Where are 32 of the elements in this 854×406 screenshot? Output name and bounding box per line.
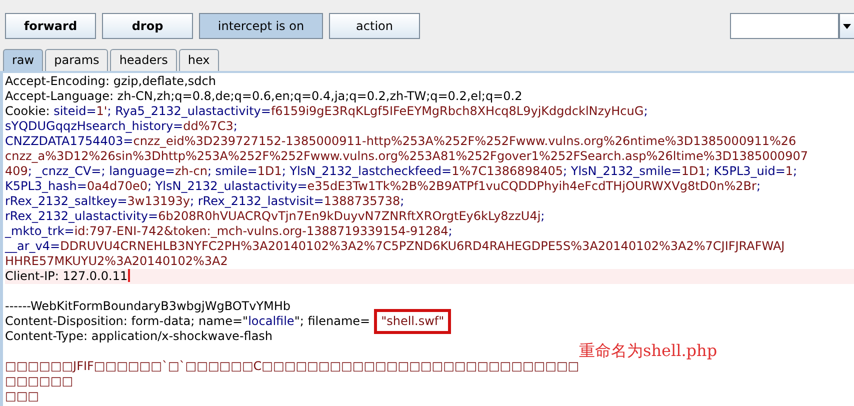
request-line: □□□□□□ (5, 374, 74, 389)
annotation-text: 重命名为shell.php (579, 343, 718, 358)
message-editor[interactable] (0, 73, 854, 406)
tab[interactable]: hex (178, 49, 219, 71)
request-line: Client-IP: 127.0.0.11 (5, 269, 128, 284)
toolbar-button[interactable]: intercept is on (199, 13, 323, 39)
request-line: 409; _cnzz_CV=; language=zh-cn; smile=1D1; YlsN_2132_lastcheckfeed=1%7C1386898405; YlsN_2132_smile=1D1; K5PL3_uid=1; (5, 164, 798, 179)
request-line: rRex_2132_ulastactivity=6b208R0hVUACRQvTjn7En9kDuyvN7ZNRftXROrgtEy6kLy8zzU4j; (5, 209, 545, 224)
tab[interactable]: raw (3, 49, 44, 71)
request-line: □□□□□□JFIF□□□□□□`□`□□□□□□C□□□□□□□□□□□□□□□□□□□□□□□□□□□□ (5, 359, 580, 374)
request-line: Cookie: siteid=1'; Rya5_2132_ulastactivity=f6159i9gE3RqKLgf5IFeEYMgRbch8XHcq8L9yjKdgdcklNzyHcuG; (5, 104, 648, 119)
toolbar-button[interactable]: forward (5, 13, 96, 39)
tab[interactable]: headers (110, 49, 177, 71)
request-line: __ar_v4=DDRUVU4CRNEHLB3NYFC2PH%3A20140102%3A2%7C5PZND6KU6RD4RAHEGDPE5S%3A20140102%3A2%7CJIFJRAFWAJ (5, 239, 785, 254)
tab[interactable]: params (45, 49, 108, 71)
caret-icon (843, 24, 851, 28)
request-line: _mkto_trk=id:797-ENI-742&token:_mch-vulns.org-1388719339154-91284; (5, 224, 452, 239)
request-line: rRex_2132_saltkey=3w13193y; rRex_2132_lastvisit=1388735738; (5, 194, 404, 209)
request-line: HHRE57MKUYU2%3A20140102%3A2 (5, 254, 228, 269)
toolbar-button[interactable]: drop (102, 13, 193, 39)
text-cursor (128, 269, 130, 282)
request-line: K5PL3_hash=0a4d70e0; YlsN_2132_ulastactivity=e35dE3Tw1Tk%2B%2B9ATPf1vuCQDDPhyih4eFcdTHjOURWXVg8tD0n%2Br; (5, 179, 761, 194)
toolbar-button[interactable]: action (329, 13, 420, 39)
request-line: cnzz_a%3D12%26sin%3Dhttp%253A%252F%252Fwww.vulns.org%253A81%252Fgover1%252FSearch.asp%26ltime%3D1385000907 (5, 149, 808, 164)
request-line: □□□ (5, 389, 40, 404)
request-line: sYQDUGqqzHsearch_history=dd%7C3; (5, 119, 238, 134)
request-line: Accept-Language: zh-CN,zh;q=0.8,de;q=0.6,en;q=0.4,ja;q=0.2,zh-TW;q=0.2,el;q=0.2 (5, 89, 522, 104)
request-line: ------WebKitFormBoundaryB3wbgjWgBOTvYMHb (5, 299, 291, 314)
request-line: Accept-Encoding: gzip,deflate,sdch (5, 74, 216, 89)
request-line: CNZZDATA1754403=cnzz_eid%3D239727152-1385000911-http%253A%252F%252Fwww.vulns.org%26ntime%3D1385000911%26 (5, 134, 796, 149)
boxed-filename: "shell.swf" (374, 309, 452, 334)
dropdown-button[interactable] (839, 13, 854, 39)
